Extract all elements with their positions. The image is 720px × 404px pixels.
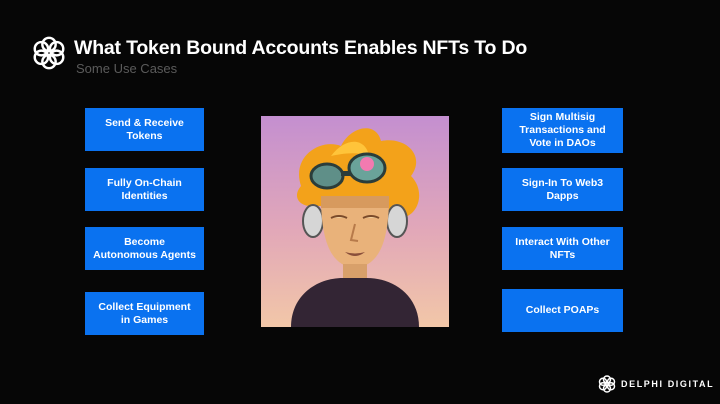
brand-name: DELPHI DIGITAL — [621, 379, 715, 389]
use-case-label: Become Autonomous Agents — [93, 235, 196, 261]
use-case-card: Sign-In To Web3 Dapps — [502, 168, 623, 211]
use-case-label: Send & Receive Tokens — [105, 116, 184, 142]
use-case-label: Sign-In To Web3 Dapps — [521, 176, 604, 202]
use-case-card: Sign Multisig Transactions and Vote in D… — [502, 108, 623, 153]
use-case-label: Sign Multisig Transactions and Vote in D… — [519, 111, 606, 149]
use-case-card: Become Autonomous Agents — [85, 227, 204, 270]
use-case-card: Collect Equipment in Games — [85, 292, 204, 335]
delphi-logo-icon — [598, 375, 616, 393]
delphi-logo-icon — [33, 36, 65, 70]
use-case-label: Fully On-Chain Identities — [107, 176, 182, 202]
use-case-label: Interact With Other NFTs — [515, 235, 610, 261]
use-case-card: Collect POAPs — [502, 289, 623, 332]
slide-subtitle: Some Use Cases — [76, 61, 178, 76]
use-case-card: Fully On-Chain Identities — [85, 168, 204, 211]
use-case-label: Collect POAPs — [525, 304, 600, 316]
nft-character-illustration — [261, 116, 449, 327]
brand-footer: DELPHI DIGITAL — [597, 374, 714, 394]
title-block: What Token Bound Accounts Enables NFTs T… — [74, 34, 527, 76]
use-case-card: Send & Receive Tokens — [85, 108, 204, 151]
slide-title: What Token Bound Accounts Enables NFTs T… — [74, 37, 528, 59]
use-case-card: Interact With Other NFTs — [502, 227, 623, 270]
slide-header: What Token Bound Accounts Enables NFTs T… — [30, 34, 527, 76]
use-case-label: Collect Equipment in Games — [98, 300, 191, 326]
